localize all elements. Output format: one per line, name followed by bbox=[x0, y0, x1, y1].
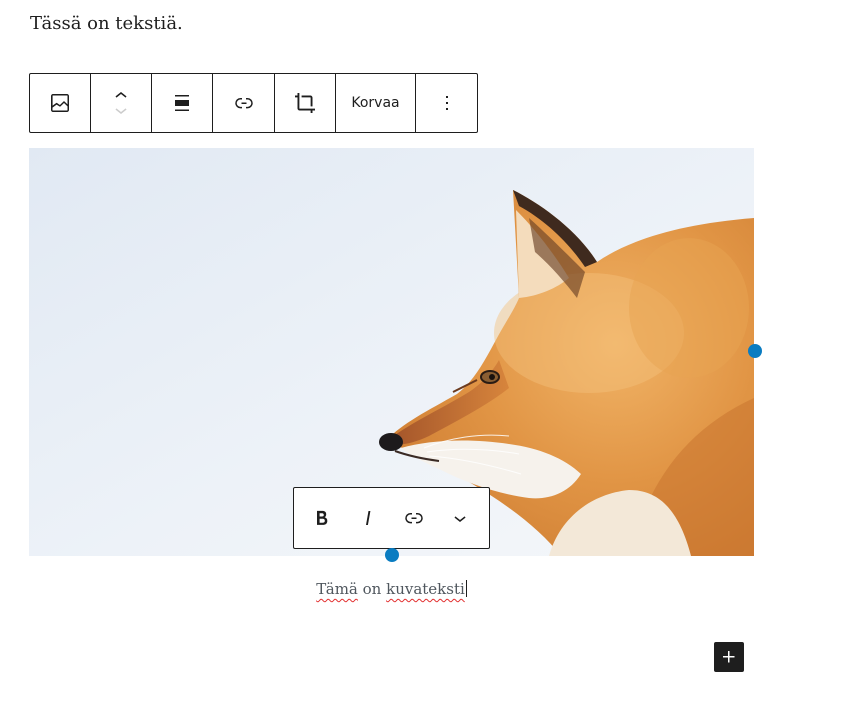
more-vertical-icon bbox=[445, 96, 448, 110]
caption-word: kuvateksti bbox=[386, 580, 465, 598]
link-button[interactable] bbox=[213, 74, 275, 132]
align-button[interactable] bbox=[152, 74, 213, 132]
paragraph-block[interactable]: Tässä on tekstiä. bbox=[30, 10, 183, 38]
add-block-button[interactable] bbox=[714, 642, 744, 672]
align-none-icon bbox=[175, 95, 189, 111]
bold-icon bbox=[317, 510, 328, 525]
crop-icon bbox=[295, 93, 315, 113]
replace-button[interactable]: Korvaa bbox=[336, 74, 416, 132]
resize-handle-right[interactable] bbox=[748, 344, 762, 358]
chevron-down-icon[interactable] bbox=[109, 98, 133, 122]
caption-toolbar bbox=[293, 487, 490, 549]
italic-icon bbox=[366, 511, 371, 525]
replace-button-label: Korvaa bbox=[351, 95, 400, 111]
image-caption[interactable]: Tämä on kuvateksti bbox=[29, 578, 754, 600]
plus-icon bbox=[723, 651, 735, 663]
link-icon bbox=[405, 513, 423, 524]
block-type-button[interactable] bbox=[30, 74, 91, 132]
italic-button[interactable] bbox=[345, 495, 391, 541]
resize-handle-bottom[interactable] bbox=[385, 548, 399, 562]
block-mover bbox=[91, 74, 152, 132]
more-formatting-button[interactable] bbox=[437, 495, 483, 541]
caption-link-button[interactable] bbox=[391, 495, 437, 541]
image-icon bbox=[51, 94, 69, 112]
block-toolbar: Korvaa bbox=[29, 73, 478, 133]
options-button[interactable] bbox=[416, 74, 477, 132]
caption-word: on bbox=[357, 580, 387, 598]
caption-word: Tämä bbox=[316, 580, 358, 598]
link-icon bbox=[234, 98, 253, 109]
text-cursor bbox=[465, 580, 467, 597]
bold-button[interactable] bbox=[299, 495, 345, 541]
crop-button[interactable] bbox=[275, 74, 336, 132]
chevron-down-icon bbox=[454, 516, 466, 522]
